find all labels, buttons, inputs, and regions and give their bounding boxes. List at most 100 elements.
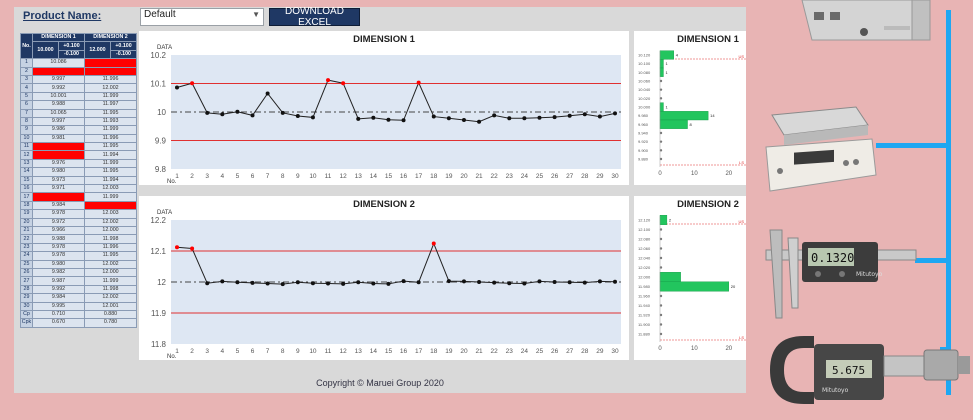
dim1-value: 9.992 <box>32 83 85 93</box>
row-number: 30 <box>20 301 33 311</box>
data-point <box>386 117 391 122</box>
data-point <box>446 116 451 121</box>
data-point <box>477 119 482 124</box>
dim1-value: 9.978 <box>32 242 85 253</box>
row-number: 4 <box>20 83 33 93</box>
bin-count: 1 <box>665 70 668 75</box>
balance-scale-image <box>765 106 877 192</box>
dim1-value: 10.001 <box>32 91 85 102</box>
x-tick-label: 16 <box>400 348 408 355</box>
data-point <box>371 281 376 286</box>
x-tick-label: 5 <box>236 348 240 355</box>
dim1-value: 10.086 <box>32 58 85 68</box>
x-tick-label: 29 <box>596 348 604 355</box>
row-number: 24 <box>20 251 33 261</box>
bin-label: 10.120 <box>638 53 651 58</box>
dim1-nominal: 10.000 <box>32 41 59 60</box>
data-point <box>416 80 421 85</box>
table-row: 8 9.997 11.993 <box>20 116 137 127</box>
x-tick-label: 11 <box>325 348 332 355</box>
data-point <box>341 81 346 86</box>
bin-count: 4 <box>676 53 679 58</box>
copyright-text: Copyright © Maruei Group 2020 <box>316 378 444 388</box>
x-tick-label: 5 <box>236 173 240 180</box>
x-tick-label: 22 <box>491 348 499 355</box>
cp-row: Cp 0.710 0.880 <box>20 309 137 320</box>
x-tick-label: 13 <box>355 348 363 355</box>
table-row: 27 9.987 11.999 <box>20 276 137 286</box>
x-tick-label: 17 <box>415 173 423 180</box>
dim2-value: 12.002 <box>84 217 137 228</box>
bin-label: 12.060 <box>638 246 651 251</box>
row-number: 7 <box>20 108 33 118</box>
row-number: 25 <box>20 259 33 269</box>
data-point <box>265 281 270 286</box>
bin-count: 1 <box>665 105 668 110</box>
data-point <box>250 280 255 285</box>
dim2-value: 11.999 <box>84 91 137 102</box>
bin-label: 11.920 <box>638 313 651 318</box>
data-point <box>552 280 557 284</box>
dim1-value: 9.984 <box>32 200 85 211</box>
row-number: 10 <box>20 133 33 144</box>
dim2-value: 11.999 <box>84 276 137 286</box>
x-tick-label: 25 <box>536 173 544 180</box>
bin-label: 10.080 <box>638 70 651 75</box>
micrometer-brand: Mitutoyo <box>822 387 849 394</box>
dim1-value: 9.986 <box>32 125 85 135</box>
data-point <box>597 114 602 119</box>
dim2-value: 11.998 <box>84 284 137 295</box>
data-point <box>190 81 195 86</box>
usl-label: US <box>738 219 744 224</box>
x-tick-label: 7 <box>266 173 270 180</box>
caliper-display: 0.1320 <box>811 251 854 265</box>
x-tick-label: 28 <box>581 173 589 180</box>
bin-label: 10.000 <box>638 105 651 110</box>
download-excel-button[interactable]: DOWNLOAD EXCEL <box>269 7 360 28</box>
data-point <box>310 281 315 286</box>
x-tick-label: 26 <box>551 348 559 355</box>
data-point <box>507 116 512 121</box>
table-row: 23 9.978 11.996 <box>20 242 137 253</box>
table-row: 16 9.971 12.003 <box>20 184 137 194</box>
bin-label: 9.940 <box>638 131 649 136</box>
dim1-value: 9.980 <box>32 167 85 177</box>
dim2-value: 11.999 <box>84 192 137 202</box>
table-row: 1 10.086 12.112 <box>20 58 137 68</box>
product-select[interactable]: Default ▼ <box>140 8 264 26</box>
dim2-value: 11.997 <box>84 100 137 110</box>
dim2-hist-panel: DIMENSION 2 US LS 12.120 2 12.100 12.080 12.06… <box>634 196 746 360</box>
cpk-row: Cpk 0.670 0.780 <box>20 318 137 328</box>
table-row: 29 9.984 12.002 <box>20 293 137 303</box>
x-tick-label: 15 <box>385 348 393 355</box>
dim1-value: 9.988 <box>32 100 85 110</box>
micrometer-display: 5.675 <box>832 364 865 377</box>
x-tick-label: 8 <box>281 173 285 180</box>
data-point <box>295 280 300 285</box>
bin-label: 11.960 <box>638 294 651 299</box>
x-tick-label: 10 <box>309 173 317 180</box>
dim2-value: 12.002 <box>84 293 137 303</box>
x-tick-label: 11 <box>325 173 332 180</box>
dim2-value: 11.996 <box>84 133 137 144</box>
x-tick-label: 0 <box>658 346 662 352</box>
dim2-value: 11.995 <box>84 142 137 152</box>
data-point <box>250 113 255 118</box>
x-tick-label: 24 <box>521 173 529 180</box>
cpk-dim2: 0.780 <box>84 318 137 328</box>
y-tick-label: 10.1 <box>150 80 166 89</box>
dim2-value: 12.000 <box>84 267 137 278</box>
table-row: 13 9.976 11.999 <box>20 158 137 169</box>
bin-label: 9.960 <box>638 122 649 127</box>
dim1-value: 9.972 <box>32 217 85 228</box>
dim1-value: 9.982 <box>32 267 85 278</box>
dim1-value: 9.995 <box>32 301 85 311</box>
dim1-value: 10.112 <box>32 142 85 152</box>
table-row: 9 9.986 11.999 <box>20 125 137 135</box>
no-header: No. <box>20 32 33 60</box>
row-number: 20 <box>20 217 33 228</box>
data-point <box>265 91 270 96</box>
row-number: 11 <box>20 142 33 152</box>
data-point <box>401 118 406 123</box>
table-row: 20 9.972 12.002 <box>20 217 137 228</box>
